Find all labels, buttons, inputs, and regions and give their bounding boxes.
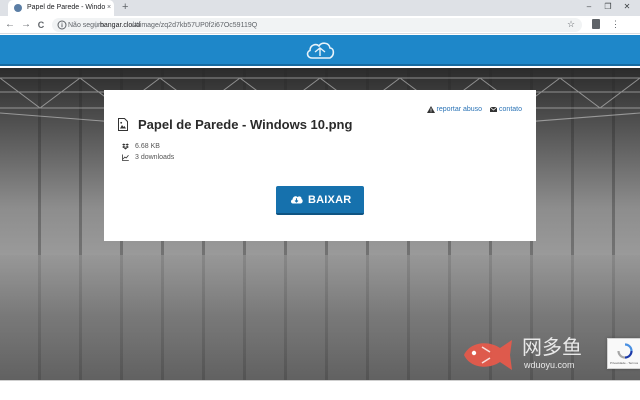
file-title: Papel de Parede - Windows 10.png [138,117,353,132]
forward-button[interactable]: → [20,19,32,31]
mail-icon [490,107,498,112]
recaptcha-text[interactable]: Privacidade - Termos [610,361,638,365]
bottom-bar [0,380,640,400]
download-count: 3 downloads [135,154,175,161]
reload-button[interactable]: C [35,19,47,31]
report-abuse-link[interactable]: reportar abuso [437,105,483,114]
dropbox-icon [122,143,129,150]
downloads-row: 3 downloads [122,153,174,162]
extension-icon[interactable] [592,19,600,29]
file-size-row: 6.68 KB [122,142,160,151]
tab-close-icon[interactable]: × [107,3,111,12]
watermark: 网多鱼 wduoyu.com [460,332,610,378]
back-button[interactable]: ← [4,19,16,31]
omnibox-separator: | [95,22,97,29]
page-viewport: reportar abuso contato Papel de Parede -… [0,35,640,380]
cloud-logo-icon[interactable] [303,38,337,62]
bookmark-star-icon[interactable]: ☆ [567,19,575,30]
file-card: reportar abuso contato Papel de Parede -… [104,90,536,241]
tab-strip: Papel de Parede - Windows 10.p × + – ❐ ✕ [0,0,640,16]
recaptcha-icon [617,343,633,359]
minimize-button[interactable]: – [583,2,595,12]
cloud-download-icon [290,196,303,204]
tab-favicon-icon [14,4,22,12]
maximize-button[interactable]: ❐ [602,2,614,12]
file-size: 6.68 KB [135,143,160,150]
recaptcha-badge[interactable]: Privacidade - Termos [607,338,640,369]
new-tab-button[interactable]: + [122,1,128,14]
warning-icon [426,106,435,113]
browser-menu-icon[interactable]: ⋮ [611,19,620,29]
browser-tab[interactable]: Papel de Parede - Windows 10.p × [8,0,114,16]
info-icon[interactable] [57,20,67,30]
file-image-icon [118,118,128,131]
security-status[interactable]: Não seguro [68,21,104,30]
site-header [0,35,640,66]
watermark-chinese-text: 网多鱼 [522,335,582,359]
close-window-button[interactable]: ✕ [621,2,633,12]
contact-link[interactable]: contato [499,105,522,114]
download-button-label: BAIXAR [308,194,352,206]
chart-line-icon [122,154,129,161]
fish-logo-icon [464,340,512,370]
browser-toolbar: ← → C Não seguro | hangar.cloud /#/image… [0,16,640,34]
download-button[interactable]: BAIXAR [276,186,364,215]
url-path: /#/image/zq2d7kb57UP0f2i67Oc59119Q [132,22,258,29]
watermark-url: wduoyu.com [524,360,575,370]
card-links: reportar abuso contato [426,105,522,114]
tab-title: Papel de Parede - Windows 10.p [27,4,105,11]
address-bar[interactable]: Não seguro | hangar.cloud /#/image/zq2d7… [52,18,582,32]
